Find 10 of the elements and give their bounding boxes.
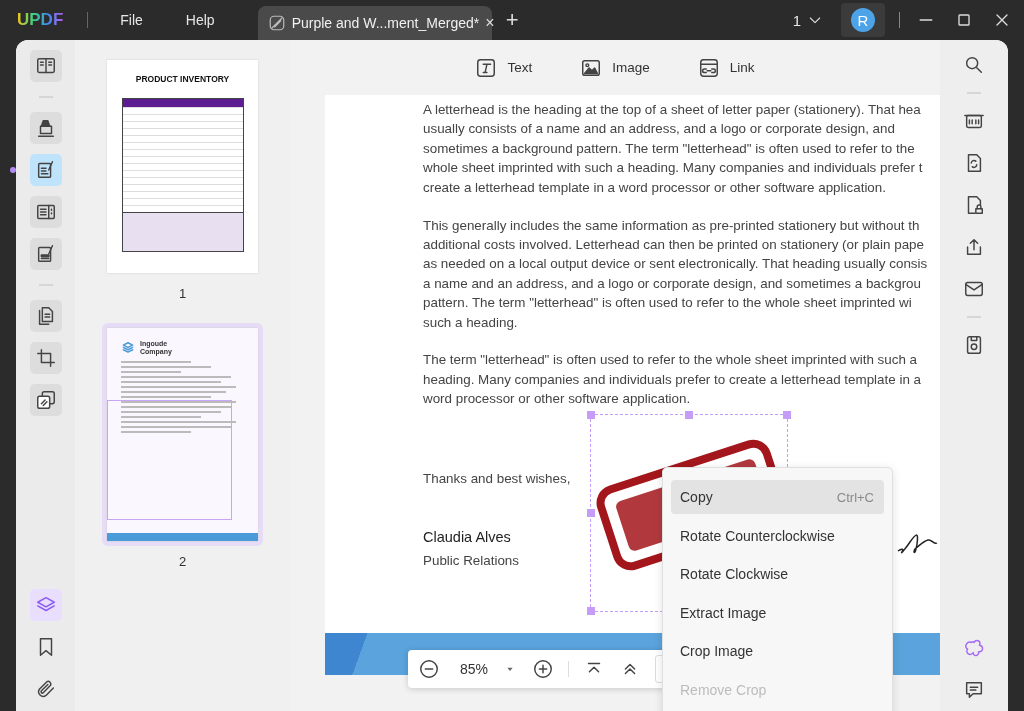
page-number: 2 — [178, 554, 187, 569]
paragraph: A letterhead is the heading at the top of a sheet of letter paper (stationery). That hea usually consists of a name and an address, and a logo or corporate design, and sometimes a background pattern. The term "letterhead" is often used to refer to the whole sheet imprinted with such a heading. Many companies and individuals prefer t create a letterhead template in a word processor or other software application. — [423, 101, 924, 197]
page-number: 1 — [178, 286, 187, 301]
shortcut-label: Ctrl+C — [836, 489, 874, 505]
closing-text: Thanks and best wishes, — [423, 469, 571, 488]
signer-name: Claudia Alves — [423, 528, 511, 548]
signer-title: Public Relations — [423, 551, 520, 570]
paragraph: This generally includes the same information as pre-printed stationery but without th additional costs involved. Letterhead can then be printed on stationery (or plain pape as needed on a local output device or sent electronically. That heading usually consis a name and an address, and a logo or corporate design, and sometimes a backgrou pattern. The term "letterhead" is often used to refer to the whole sheet imprinted wi such a heading. — [423, 216, 929, 332]
thumbnail-title: PRODUCT INVENTORY — [135, 74, 230, 84]
paragraph: The term "letterhead" is often used to refer to the whole sheet imprinted with such a heading. Many companies and individuals prefer to create a letterhead template in a word processor or other software application. — [423, 351, 922, 409]
